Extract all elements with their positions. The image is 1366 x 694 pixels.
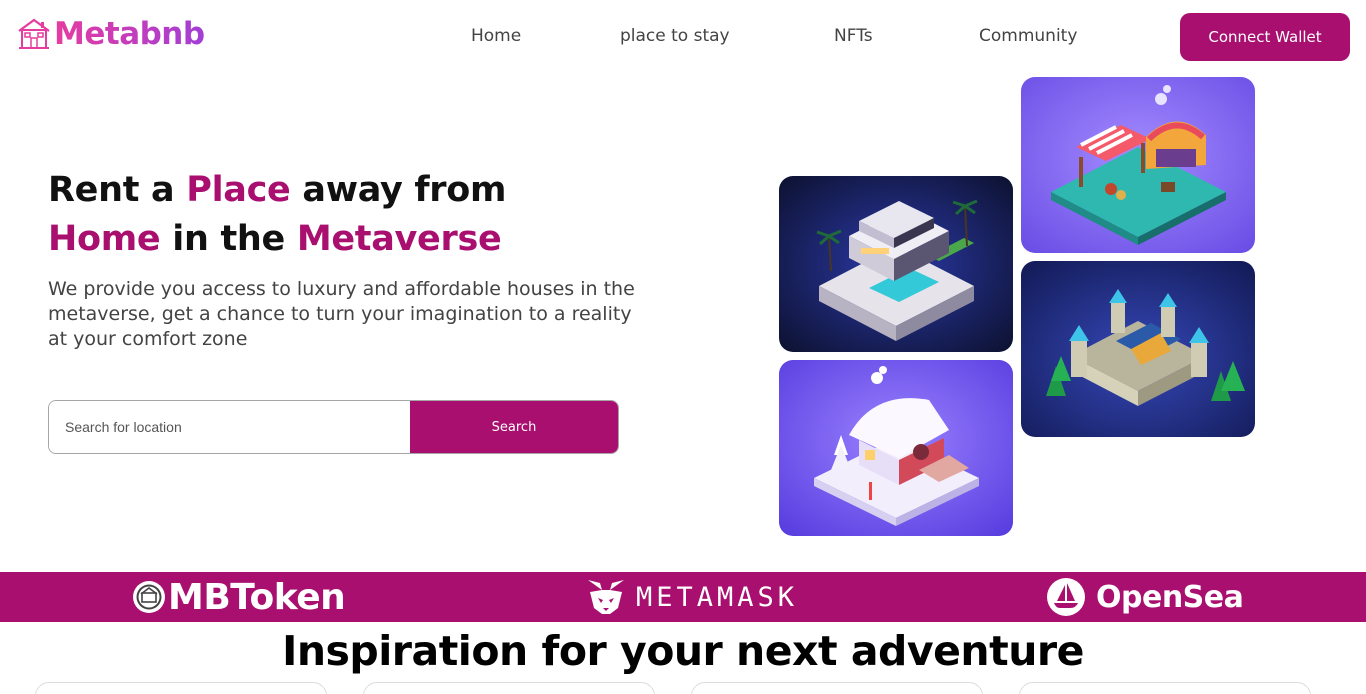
section-title: Inspiration for your next adventure: [282, 627, 1084, 675]
hero-title-text: Rent a: [48, 170, 187, 210]
partner-name: METAMASK: [636, 581, 799, 613]
market-image: [1021, 77, 1255, 253]
castle-illustration: [1021, 261, 1255, 437]
fox-icon: [588, 580, 624, 614]
hero-title: Rent a Place away from Home in the Metav…: [48, 166, 688, 264]
search-button[interactable]: Search: [410, 401, 618, 453]
location-search-input[interactable]: [49, 401, 410, 453]
hero-title-accent: Place: [186, 170, 291, 210]
nav-home[interactable]: Home: [471, 26, 521, 46]
nav-place-to-stay[interactable]: place to stay: [620, 26, 730, 46]
hero-title-text: away from: [290, 170, 507, 210]
nav-nfts[interactable]: NFTs: [834, 26, 873, 46]
snow-house-image: [779, 360, 1013, 536]
partner-mbtoken: MBToken: [132, 572, 346, 622]
connect-wallet-button[interactable]: Connect Wallet: [1180, 13, 1350, 61]
hero-description: We provide you access to luxury and affo…: [48, 278, 635, 350]
partner-opensea: OpenSea: [1046, 572, 1244, 622]
castle-image: [1021, 261, 1255, 437]
mbtoken-coin-icon: [133, 581, 165, 613]
villa-image: [779, 176, 1013, 352]
market-stall-illustration: [1021, 77, 1255, 253]
search-form: Search: [48, 400, 619, 454]
hero-title-text: in the: [160, 219, 297, 259]
listing-card[interactable]: [691, 682, 983, 694]
listing-card[interactable]: [363, 682, 655, 694]
modern-villa-illustration: [779, 176, 1013, 352]
main-nav: Home place to stay NFTs Community: [0, 26, 1366, 50]
partner-name: OpenSea: [1096, 579, 1244, 615]
nav-community[interactable]: Community: [979, 26, 1077, 46]
partner-name: MBToken: [168, 576, 346, 618]
hero-title-accent: Metaverse: [296, 219, 502, 259]
opensea-boat-icon: [1047, 578, 1085, 616]
hero-title-accent: Home: [48, 219, 161, 259]
partner-band: MBToken METAMASK OpenSea: [0, 572, 1366, 622]
partner-metamask: METAMASK: [586, 572, 798, 622]
snow-house-illustration: [779, 360, 1013, 536]
listing-card[interactable]: [1019, 682, 1311, 694]
site-header: Metabnb Home place to stay NFTs Communit…: [0, 0, 1366, 74]
listing-card[interactable]: [35, 682, 327, 694]
